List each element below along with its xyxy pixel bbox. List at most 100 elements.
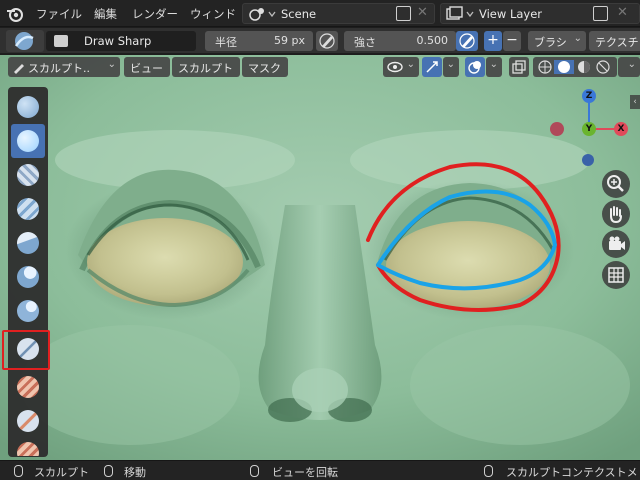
tool-smooth[interactable] [11,370,45,404]
strength-pressure-button[interactable] [456,31,478,51]
sidebar-toggle-icon[interactable]: ‹ [630,95,640,109]
3d-viewport[interactable] [0,55,640,460]
grid-icon [608,267,624,283]
clay-strips-brush-icon [17,198,39,220]
brush-datablock-icon [54,35,68,47]
zoom-button[interactable] [602,170,630,198]
tool-settings-bar: Draw Sharp 半径 59 px 強さ 0.500 + − ブラシ ⌄ テ… [0,28,640,54]
shading-icons [538,60,610,74]
brush-menu-dropdown[interactable]: ブラシ ⌄ [528,31,586,51]
shading-dropdown[interactable]: ⌄ [618,57,640,77]
mode-label: スカルプト.. [28,62,90,75]
view-layer-selector[interactable]: View Layer ✕ [440,3,640,24]
direction-add-button[interactable]: + [484,31,502,51]
gizmo-icon [426,61,438,73]
brush-menu-label: ブラシ [534,36,567,49]
strength-label: 強さ [354,36,376,49]
chevron-down-icon: ⌄ [406,59,415,70]
direction-subtract-button[interactable]: − [503,31,521,51]
camera-icon [609,236,625,250]
mouse-middle-icon [250,465,259,477]
tool-draw-sharp[interactable] [11,124,45,158]
tool-blob[interactable] [11,294,45,328]
highlight-frame [2,330,50,370]
gizmo-x-axis[interactable]: X [614,122,628,136]
close-view-layer-icon[interactable]: ✕ [617,5,628,20]
view-layer-name[interactable]: View Layer [479,7,542,21]
blender-logo-icon[interactable] [6,5,24,23]
pen-pressure-icon [459,33,475,49]
flatten-brush-icon [17,410,39,432]
scene-name[interactable]: Scene [281,7,316,21]
texture-menu-dropdown[interactable]: テクスチ [589,31,640,51]
chevron-down-icon: ⌄ [573,33,582,44]
gizmo-y-axis[interactable]: Y [582,122,596,136]
layer-brush-icon [17,232,39,254]
close-scene-icon[interactable]: ✕ [417,5,428,20]
draw-sharp-brush-icon [17,130,39,152]
chevron-down-icon: ⌄ [107,59,116,70]
brush-preview-button[interactable] [6,30,44,52]
mode-selector[interactable]: スカルプト.. ⌄ [8,57,120,77]
sculpt-mesh-render [0,55,640,460]
sculpt-menu-label: スカルプト [178,62,233,75]
sculpt-toolbar [8,87,48,457]
gizmo-toggle-button[interactable] [422,57,442,77]
status-move: 移動 [124,466,146,479]
pen-pressure-icon [319,33,335,49]
status-rotate-view: ビューを回転 [272,466,338,479]
draw-brush-icon [17,96,39,118]
radius-label: 半径 [215,36,237,49]
zoom-icon [607,175,624,192]
menu-mask[interactable]: マスク [242,57,288,77]
view-layer-icon [446,6,474,20]
status-context-menu: スカルプトコンテクストメ [506,466,638,479]
blob-brush-icon [17,300,39,322]
gizmo-dropdown[interactable]: ⌄ [443,57,459,77]
brush-name-field[interactable]: Draw Sharp [46,31,196,51]
scene-icon [249,8,276,21]
gizmo-z-axis[interactable]: Z [582,89,596,103]
overlay-toggle-button[interactable] [465,57,485,77]
menu-window[interactable]: ウィンド [190,6,236,22]
copy-scene-icon[interactable] [396,6,411,21]
fill-brush-icon [17,442,39,456]
radius-pressure-button[interactable] [316,31,338,51]
gizmo-neg-x-axis[interactable] [550,122,564,136]
tool-clay[interactable] [11,158,45,192]
viewport-header: スカルプト.. ⌄ ビュー スカルプト マスク ⌄ ⌄ ⌄ ⌄ [0,55,640,79]
pan-button[interactable] [602,200,630,228]
menu-file[interactable]: ファイル [36,6,82,22]
overlay-dropdown[interactable]: ⌄ [486,57,502,77]
gizmo-neg-z-axis[interactable] [582,154,594,166]
menu-sculpt[interactable]: スカルプト [172,57,240,77]
chevron-down-icon: ⌄ [446,59,455,70]
status-sculpt: スカルプト [34,466,89,479]
status-bar: スカルプト 移動 ビューを回転 スカルプトコンテクストメ [0,460,640,480]
tool-fill[interactable] [11,436,45,456]
menu-render[interactable]: レンダー [132,6,178,22]
xray-toggle-button[interactable] [509,57,529,77]
radius-value: 59 px [274,34,305,47]
radius-field[interactable]: 半径 59 px [205,31,313,51]
tool-layer[interactable] [11,226,45,260]
menu-view[interactable]: ビュー [124,57,170,77]
menu-edit[interactable]: 編集 [94,6,117,22]
chevron-down-icon: ⌄ [627,59,636,70]
mouse-middle-icon [104,465,113,477]
sculpt-mode-icon [14,64,24,74]
overlay-icon [468,61,481,74]
tool-flatten[interactable] [11,404,45,438]
camera-view-button[interactable] [602,230,630,258]
tool-inflate[interactable] [11,260,45,294]
xray-icon [512,60,526,74]
perspective-toggle-button[interactable] [602,261,630,289]
strength-field[interactable]: 強さ 0.500 [344,31,456,51]
brush-name-text: Draw Sharp [84,34,152,48]
tool-draw[interactable] [11,90,45,124]
view-menu-label: ビュー [130,62,163,75]
scene-selector[interactable]: Scene ✕ [242,3,435,24]
tool-clay-strips[interactable] [11,192,45,226]
visibility-dropdown[interactable]: ⌄ [383,57,419,77]
copy-view-layer-icon[interactable] [593,6,608,21]
